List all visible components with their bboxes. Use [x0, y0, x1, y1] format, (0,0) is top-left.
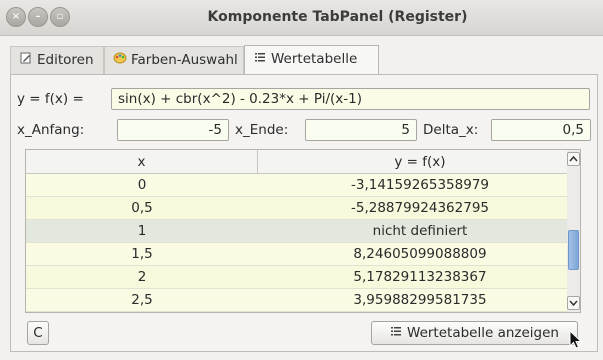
minimize-window-button[interactable]: – [28, 7, 48, 27]
column-header-y[interactable]: y = f(x) [258, 150, 580, 174]
maximize-window-button[interactable]: ▫ [50, 7, 70, 27]
wertetabelle-panel: y = f(x) = sin(x) + cbr(x^2) - 0.23*x + … [10, 74, 598, 352]
scroll-up-button[interactable] [567, 152, 580, 166]
show-table-label: Wertetabelle anzeigen [407, 325, 559, 341]
cell-x: 1,5 [131, 246, 153, 262]
cell-y: -3,14159265358979 [351, 177, 489, 193]
tab-wertetabelle[interactable]: Wertetabelle [244, 45, 379, 75]
x-start-label: x_Anfang: [17, 122, 85, 138]
show-table-button[interactable]: Wertetabelle anzeigen [371, 321, 578, 345]
tab-label: Wertetabelle [271, 51, 358, 67]
list-icon [253, 46, 267, 73]
cell-y: nicht definiert [372, 223, 468, 239]
delta-x-label: Delta_x: [423, 122, 479, 138]
cell-y: 5,17829113238367 [353, 269, 487, 285]
tab-editoren[interactable]: Editoren [10, 46, 104, 74]
table-scrollbar[interactable] [567, 149, 581, 313]
column-header-x[interactable]: x [26, 150, 258, 174]
table-row-selected[interactable]: 1 nicht definiert [26, 220, 580, 243]
table-row[interactable]: 2 5,17829113238367 [26, 266, 580, 289]
cell-x: 2,5 [131, 292, 153, 308]
chevron-up-icon [569, 155, 578, 162]
chevron-down-icon [569, 300, 578, 307]
table-row[interactable]: 1,5 8,24605099088809 [26, 243, 580, 266]
mouse-pointer-icon [569, 330, 583, 349]
tab-label: Farben-Auswahl [131, 52, 238, 68]
cell-y: -5,28879924362795 [351, 200, 489, 216]
cell-y: 3,95988299581735 [353, 292, 487, 308]
main-window: × – ▫ Komponente TabPanel (Register) Edi… [0, 0, 603, 360]
title-bar: × – ▫ Komponente TabPanel (Register) [0, 0, 603, 36]
delta-x-input[interactable]: 0,5 [491, 119, 591, 141]
table-row[interactable]: 2,5 3,95988299581735 [26, 289, 580, 312]
cell-x: 0,5 [131, 200, 153, 216]
cell-y: 8,24605099088809 [353, 246, 487, 262]
cell-x: 2 [137, 269, 147, 285]
palette-icon [113, 47, 127, 74]
function-label: y = f(x) = [17, 91, 84, 107]
clear-button[interactable]: C [27, 321, 49, 345]
table-header: x y = f(x) [26, 150, 580, 174]
tab-label: Editoren [37, 52, 94, 68]
window-title: Komponente TabPanel (Register) [207, 9, 468, 25]
tab-farben-auswahl[interactable]: Farben-Auswahl [104, 46, 244, 74]
close-window-button[interactable]: × [6, 7, 26, 27]
x-end-input[interactable]: 5 [305, 119, 417, 141]
cell-x: 1 [137, 223, 147, 239]
list-icon [390, 322, 402, 344]
table-row[interactable]: 0 -3,14159265358979 [26, 174, 580, 197]
x-start-input[interactable]: -5 [117, 119, 229, 141]
table-row[interactable]: 0,5 -5,28879924362795 [26, 197, 580, 220]
edit-icon [19, 47, 33, 74]
value-table[interactable]: x y = f(x) 0 -3,14159265358979 0,5 -5,28… [25, 149, 581, 313]
scroll-down-button[interactable] [567, 296, 580, 310]
function-input[interactable]: sin(x) + cbr(x^2) - 0.23*x + Pi/(x-1) [111, 88, 590, 110]
scroll-thumb[interactable] [568, 230, 579, 270]
x-end-label: x_Ende: [235, 122, 289, 138]
cell-x: 0 [137, 177, 147, 193]
